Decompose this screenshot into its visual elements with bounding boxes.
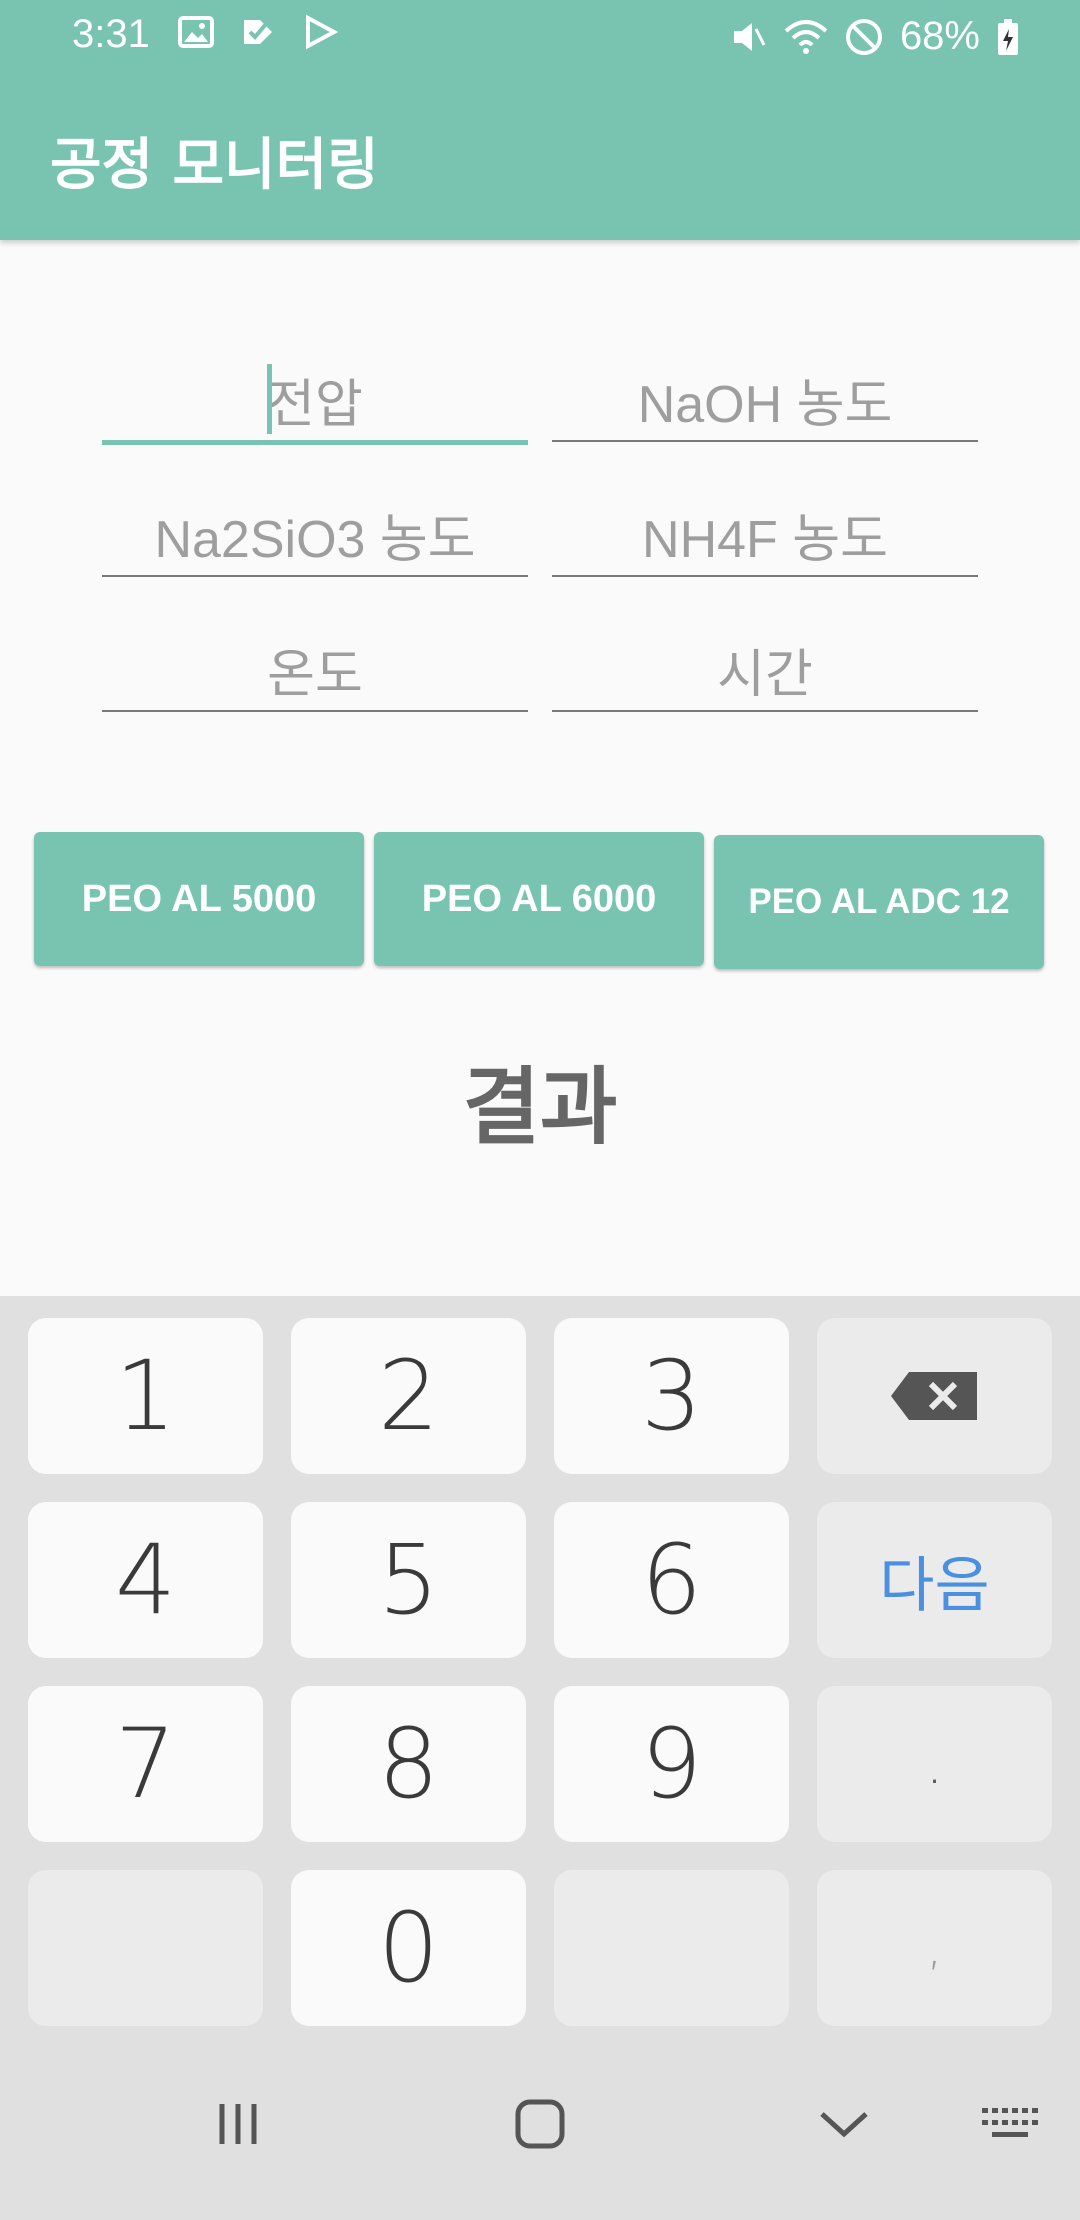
voltage-placeholder: 전압 <box>267 376 363 434</box>
battery-percent: 68% <box>899 14 980 58</box>
nh4f-placeholder: NH4F 농도 <box>642 511 888 569</box>
navigation-bar <box>0 2036 1080 2220</box>
key-3[interactable]: 3 <box>554 1318 789 1474</box>
blocked-icon <box>845 18 882 55</box>
peo-al-adc12-button[interactable]: PEO AL ADC 12 <box>714 835 1044 969</box>
app-title: 공정 모니터링 <box>50 133 379 198</box>
blank-key-left <box>28 1870 263 2026</box>
period-key[interactable]: . <box>817 1686 1052 1842</box>
backspace-key[interactable] <box>817 1318 1052 1474</box>
period-label: . <box>925 1731 944 1797</box>
status-bar: 3:31 68% <box>0 0 1080 72</box>
wifi-icon <box>784 19 828 54</box>
text-cursor <box>267 364 272 434</box>
task-icon <box>244 20 272 44</box>
back-icon[interactable] <box>816 2096 872 2152</box>
key-7[interactable]: 7 <box>28 1686 263 1842</box>
home-icon[interactable] <box>512 2096 568 2152</box>
backspace-icon <box>890 1372 977 1420</box>
time-placeholder: 시간 <box>717 646 813 704</box>
next-key-label: 다음 <box>879 1550 990 1621</box>
result-label: 결과 <box>462 1058 618 1156</box>
naoh-placeholder: NaOH 농도 <box>637 376 893 434</box>
key-9[interactable]: 9 <box>554 1686 789 1842</box>
key-2[interactable]: 2 <box>291 1318 526 1474</box>
voltage-input[interactable]: 전압 <box>102 356 528 445</box>
key-4[interactable]: 4 <box>28 1502 263 1658</box>
image-icon <box>178 16 214 48</box>
peo-al-5000-button[interactable]: PEO AL 5000 <box>34 832 364 966</box>
play-store-icon <box>306 14 338 50</box>
comma-label: , <box>926 1920 943 1976</box>
keyboard-switch-icon[interactable] <box>978 2096 1042 2152</box>
mute-icon <box>733 22 766 51</box>
nh4f-concentration-input[interactable]: NH4F 농도 <box>552 491 978 577</box>
key-8[interactable]: 8 <box>291 1686 526 1842</box>
na2sio3-placeholder: Na2SiO3 농도 <box>154 511 476 569</box>
temperature-placeholder: 온도 <box>267 646 363 704</box>
comma-key[interactable]: , <box>817 1870 1052 2026</box>
recent-apps-icon[interactable] <box>210 2096 266 2152</box>
peo-al-6000-button[interactable]: PEO AL 6000 <box>374 832 704 966</box>
naoh-concentration-input[interactable]: NaOH 농도 <box>552 356 978 442</box>
na2sio3-concentration-input[interactable]: Na2SiO3 농도 <box>102 491 528 577</box>
next-key[interactable]: 다음 <box>817 1502 1052 1658</box>
key-0[interactable]: 0 <box>291 1870 526 2026</box>
key-5[interactable]: 5 <box>291 1502 526 1658</box>
numeric-keyboard: 1 2 3 4 5 6 다음 7 8 9 . 0 , <box>0 1296 1080 2036</box>
temperature-input[interactable]: 온도 <box>102 626 528 712</box>
blank-key-right <box>554 1870 789 2026</box>
key-1[interactable]: 1 <box>28 1318 263 1474</box>
key-6[interactable]: 6 <box>554 1502 789 1658</box>
battery-icon <box>998 18 1018 55</box>
time-input[interactable]: 시간 <box>552 626 978 712</box>
status-time: 3:31 <box>72 12 150 56</box>
